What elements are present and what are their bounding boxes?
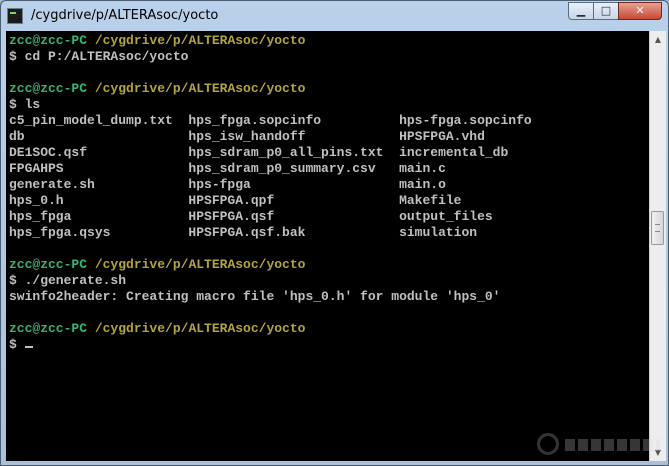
line-text: db hps_isw_handoff HPSFPGA.vhd [9, 129, 485, 144]
prompt-user: zcc@zcc-PC [9, 33, 95, 48]
prompt-user: zcc@zcc-PC [9, 257, 95, 272]
watermark-circle-icon [537, 433, 559, 455]
prompt-path: /cygdrive/p/ALTERAsoc/yocto [94, 321, 306, 336]
terminal-line: $ [9, 337, 532, 353]
line-text: swinfo2header: Creating macro file 'hps_… [9, 289, 501, 304]
line-text: $ cd P:/ALTERAsoc/yocto [9, 49, 189, 64]
terminal-line: zcc@zcc-PC /cygdrive/p/ALTERAsoc/yocto [9, 321, 532, 337]
line-text: DE1SOC.qsf hps_sdram_p0_all_pins.txt inc… [9, 145, 509, 160]
terminal-window: /cygdrive/p/ALTERAsoc/yocto ▁ □ ✕ zcc@zc… [0, 0, 669, 466]
window-title: /cygdrive/p/ALTERAsoc/yocto [31, 8, 219, 23]
line-text: $ ./generate.sh [9, 273, 127, 288]
terminal-line: zcc@zcc-PC /cygdrive/p/ALTERAsoc/yocto [9, 81, 532, 97]
terminal-line: $ cd P:/ALTERAsoc/yocto [9, 49, 532, 65]
terminal-line: hps_fpga HPSFPGA.qsf output_files [9, 209, 532, 225]
terminal-app-icon[interactable] [7, 8, 23, 24]
close-button[interactable]: ✕ [618, 2, 662, 20]
scrollbar-thumb[interactable] [651, 210, 664, 245]
terminal-line: hps_fpga.qsys HPSFPGA.qsf.bak simulation [9, 225, 532, 241]
prompt-user: zcc@zcc-PC [9, 81, 95, 96]
line-text: generate.sh hps-fpga main.o [9, 177, 446, 192]
vertical-scrollbar[interactable]: ▲ ▼ [649, 31, 666, 461]
line-text: c5_pin_model_dump.txt hps_fpga.sopcinfo … [9, 113, 532, 128]
line-text: $ ls [9, 97, 41, 112]
prompt-path: /cygdrive/p/ALTERAsoc/yocto [94, 81, 306, 96]
terminal-line: $ ./generate.sh [9, 273, 532, 289]
prompt-user: zcc@zcc-PC [9, 321, 95, 336]
terminal-output[interactable]: zcc@zcc-PC /cygdrive/p/ALTERAsoc/yocto $ … [6, 31, 649, 461]
terminal-line: $ ls [9, 97, 532, 113]
terminal-line: hps_0.h HPSFPGA.qpf Makefile [9, 193, 532, 209]
terminal-line: zcc@zcc-PC /cygdrive/p/ALTERAsoc/yocto [9, 33, 532, 49]
watermark-logo [537, 431, 667, 459]
terminal-line: DE1SOC.qsf hps_sdram_p0_all_pins.txt inc… [9, 145, 532, 161]
minimize-button[interactable]: ▁ [568, 2, 594, 20]
line-text: $ [9, 337, 17, 352]
maximize-button[interactable]: □ [593, 2, 619, 20]
line-text: FPGAHPS hps_sdram_p0_summary.csv main.c [9, 161, 446, 176]
line-text: hps_0.h HPSFPGA.qpf Makefile [9, 193, 462, 208]
terminal-line: FPGAHPS hps_sdram_p0_summary.csv main.c [9, 161, 532, 177]
prompt-path: /cygdrive/p/ALTERAsoc/yocto [94, 33, 306, 48]
terminal-line: swinfo2header: Creating macro file 'hps_… [9, 289, 532, 305]
title-bar[interactable]: /cygdrive/p/ALTERAsoc/yocto ▁ □ ✕ [1, 1, 668, 31]
prompt-path: /cygdrive/p/ALTERAsoc/yocto [94, 257, 306, 272]
line-text: hps_fpga HPSFPGA.qsf output_files [9, 209, 493, 224]
text-cursor [24, 346, 33, 348]
terminal-line: zcc@zcc-PC /cygdrive/p/ALTERAsoc/yocto [9, 257, 532, 273]
scroll-up-icon[interactable]: ▲ [650, 31, 666, 48]
terminal-line: c5_pin_model_dump.txt hps_fpga.sopcinfo … [9, 113, 532, 129]
terminal-line: generate.sh hps-fpga main.o [9, 177, 532, 193]
watermark-text-shape [565, 439, 660, 451]
window-controls: ▁ □ ✕ [568, 2, 662, 20]
terminal-line: db hps_isw_handoff HPSFPGA.vhd [9, 129, 532, 145]
terminal-lines: zcc@zcc-PC /cygdrive/p/ALTERAsoc/yocto $ … [9, 33, 532, 353]
line-text: hps_fpga.qsys HPSFPGA.qsf.bak simulation [9, 225, 478, 240]
